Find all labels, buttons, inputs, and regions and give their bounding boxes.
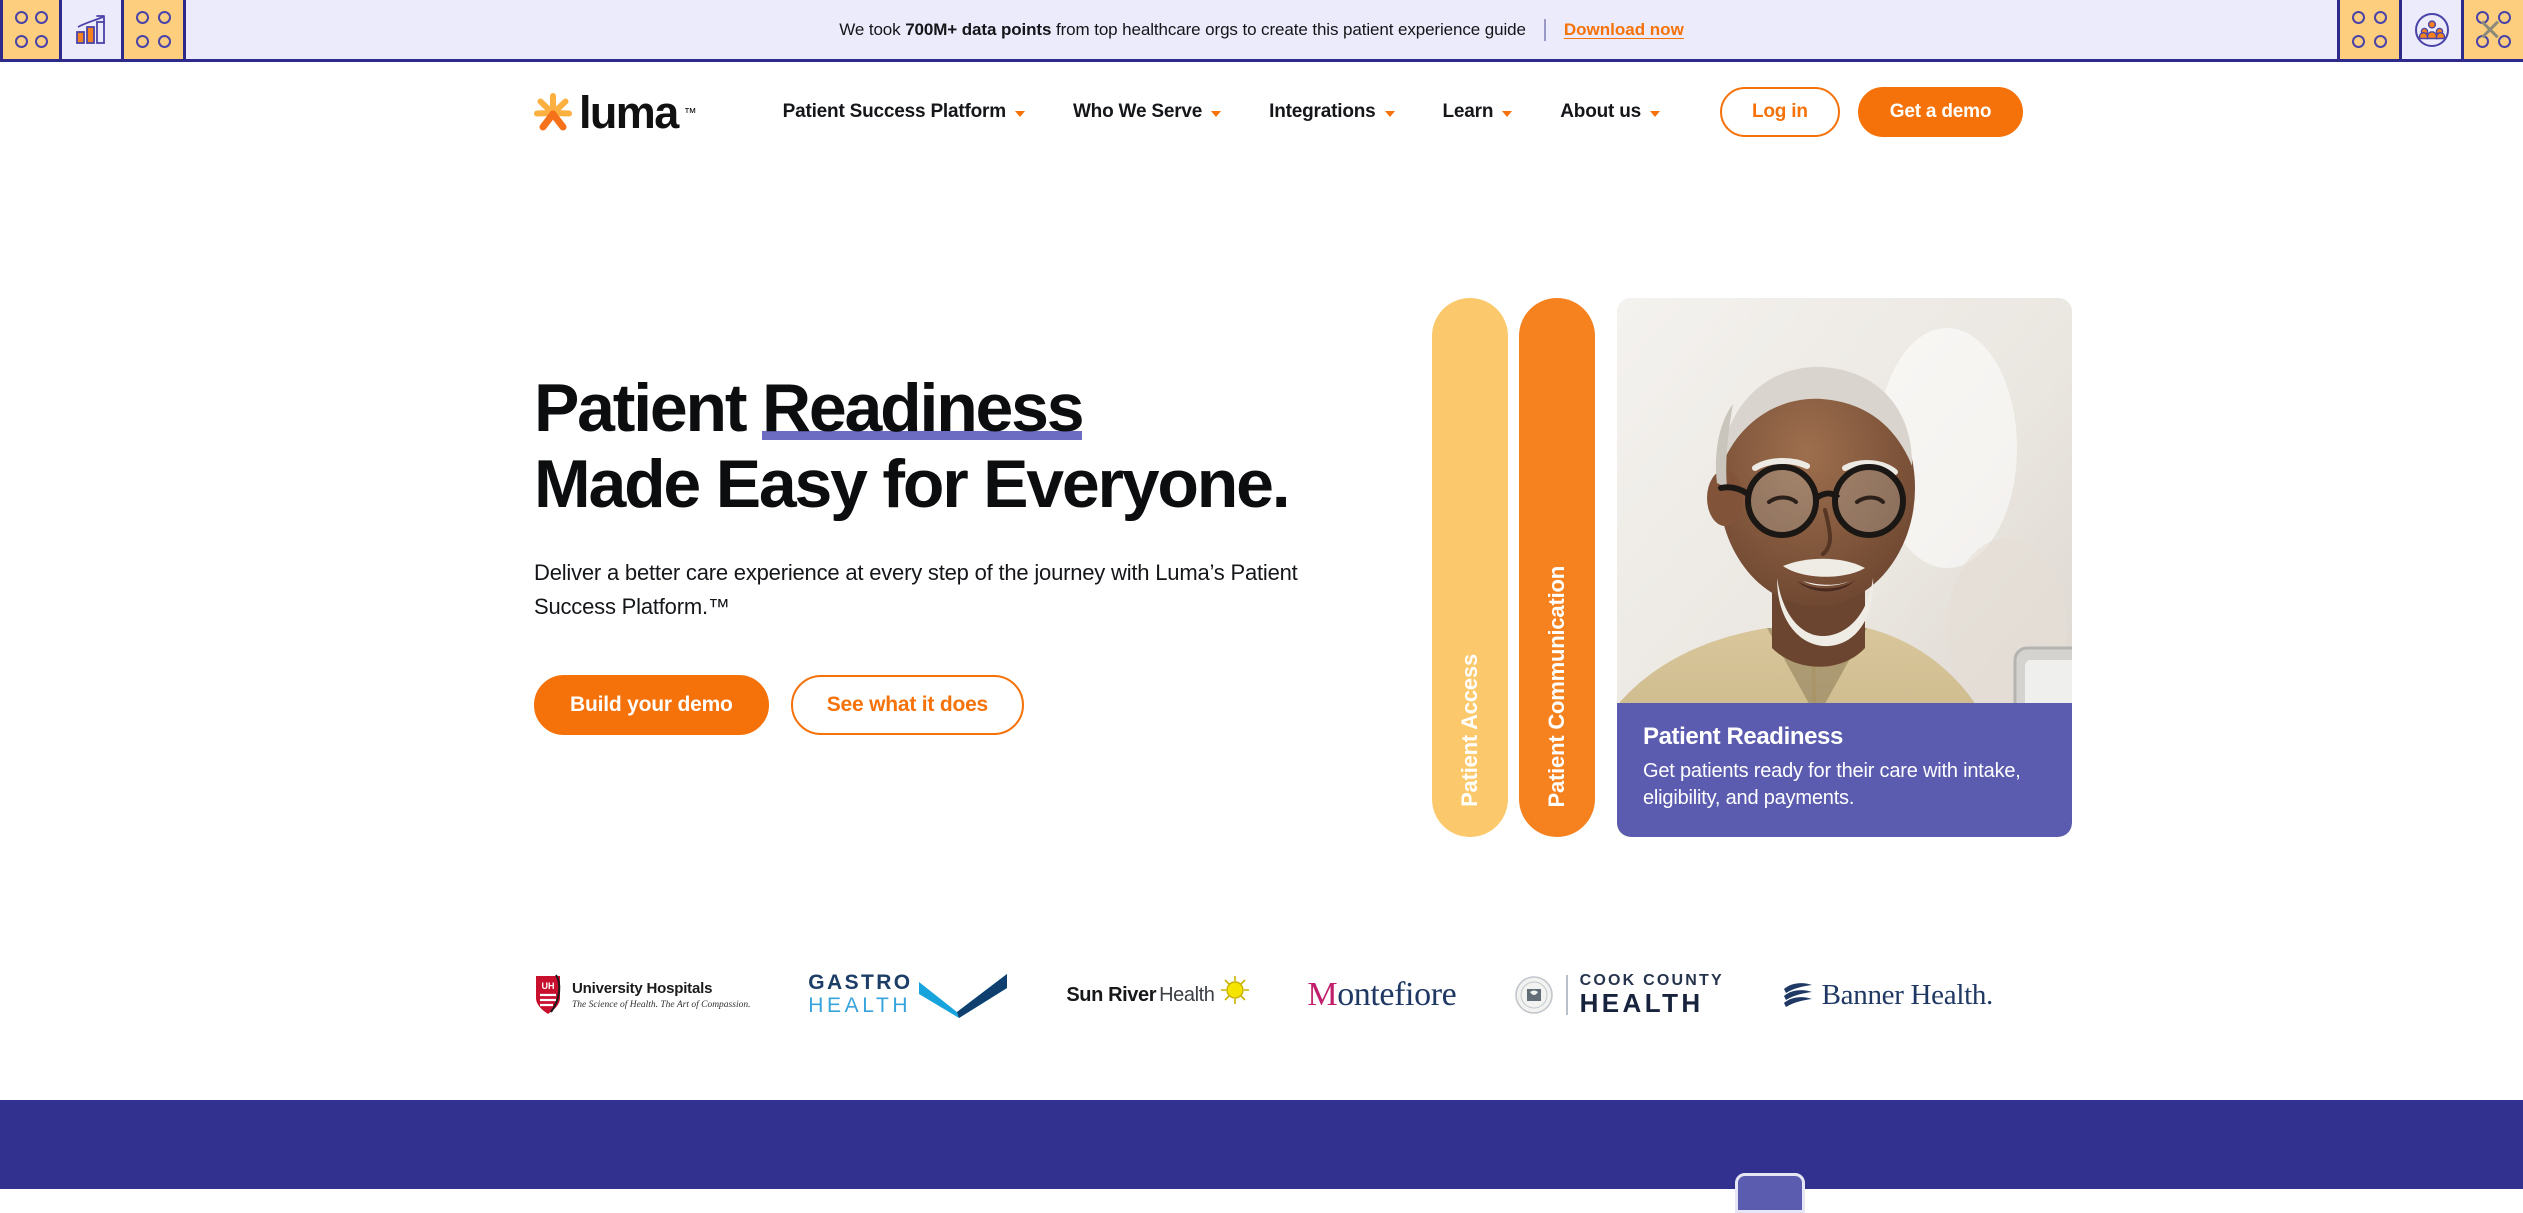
chevron-down-icon [1649,110,1660,117]
chevron-down-icon [1014,110,1025,117]
download-now-link[interactable]: Download now [1564,20,1684,40]
deco-dot-tile [2337,0,2399,59]
deco-circle [2373,34,2387,48]
client-logo-gastro-health: GASTRO HEALTH [808,964,1008,1026]
hero-title-line2: Made Easy for Everyone. [534,446,1291,523]
hero-cta-group: Build your demo See what it does [534,675,1414,736]
client-name-line2: HEALTH [808,994,912,1017]
svg-text:UH: UH [542,981,555,991]
deco-circle [157,34,171,48]
hero-title-line1-plain: Patient [534,370,763,446]
nav-label: Learn [1442,101,1494,122]
nav-item-integrations[interactable]: Integrations [1245,101,1418,123]
deco-dot-tile [0,0,62,59]
gastro-health-check-icon [918,974,1007,1018]
luma-wordmark: luma [579,86,679,138]
deco-circle [2352,11,2366,25]
promo-decoration-left [0,0,186,59]
client-logo-banner-health: Banner Health. [1782,964,1993,1026]
hero-title-highlight: Readiness [762,370,1085,446]
deco-circle [14,11,28,25]
deco-circle [157,11,171,25]
chevron-down-icon [1211,110,1222,117]
client-name-initial: M [1307,976,1338,1013]
luma-trademark: ™ [683,104,697,120]
nav-label: About us [1560,101,1641,122]
client-name-bold: Sun River [1066,983,1157,1006]
chevron-down-icon [1502,110,1513,117]
caption-title: Patient Readiness [1643,722,1843,750]
nav-label: Who We Serve [1072,101,1203,122]
deco-circle [136,11,150,25]
client-name: Montefiore [1307,976,1456,1014]
caption-body: Get patients ready for their care with i… [1643,759,2021,810]
luma-logo[interactable]: luma ™ [533,90,697,135]
nav-label: Patient Success Platform [782,101,1006,122]
deco-circle [2352,34,2366,48]
deco-circle [34,34,48,48]
client-logo-university-hospitals: UH University Hospitals The Science of H… [533,964,750,1026]
bottom-section [0,1100,2523,1213]
client-name-light: Health [1159,983,1215,1006]
promo-text-before: We took [839,19,906,39]
header-actions: Log in Get a demo [1719,87,2024,137]
close-icon[interactable] [2477,16,2503,42]
promo-message: We took 700M+ data points from top healt… [186,0,2337,59]
bar-chart-growth-icon [62,0,124,59]
promo-text-after: from top healthcare orgs to create this … [1051,19,1526,39]
banner-health-wave-icon [1783,983,1812,1007]
build-your-demo-button[interactable]: Build your demo [534,675,769,736]
client-logo-cook-county-health: COOK COUNTY HEALTH [1514,964,1724,1026]
cook-county-seal-icon [1515,976,1553,1014]
chevron-down-icon [1384,110,1395,117]
nav-item-learn[interactable]: Learn [1419,101,1537,123]
client-name-line2: HEALTH [1579,988,1704,1019]
promo-banner: We took 700M+ data points from top healt… [0,0,2523,62]
vertical-tab-patient-access[interactable]: Patient Access [1432,298,1508,837]
client-logo-sun-river-health: Sun River Health [1066,964,1249,1026]
nav-item-patient-success-platform[interactable]: Patient Success Platform [759,101,1049,123]
client-name: Banner Health. [1821,978,1994,1012]
vertical-tab-label: Patient Access [1457,654,1482,807]
nav-label: Integrations [1269,101,1376,122]
promo-divider [1543,18,1546,41]
deco-circle [34,11,48,25]
hero-title: Patient Readiness Made Easy for Everyone… [534,370,1414,522]
hero-visual: Patient Access Patient Communication Pat… [1432,298,2072,837]
nav-item-about-us[interactable]: About us [1536,101,1684,123]
deco-circle [2373,11,2387,25]
vertical-tab-patient-communication[interactable]: Patient Communication [1519,298,1595,837]
deco-circle [14,34,28,48]
deco-dot-tile [124,0,186,59]
client-name-line1: GASTRO [808,971,913,995]
client-logo-montefiore: Montefiore [1307,964,1456,1026]
site-header: luma ™ Patient Success Platform Who We S… [0,62,2523,162]
promo-text-highlight: 700M+ data points [905,19,1052,39]
login-button[interactable]: Log in [1719,87,1840,137]
luma-starburst-icon [533,92,573,132]
deco-circle [136,34,150,48]
main-navigation: Patient Success Platform Who We Serve In… [759,101,1684,123]
client-name-text: Banner Health [1821,978,1987,1011]
sun-icon [1220,976,1249,1004]
hero-image-card[interactable]: Patient Readiness Get patients ready for… [1617,298,2072,837]
hero-subtitle: Deliver a better care experience at ever… [534,560,1298,619]
bottom-card-peek [1735,1173,1805,1213]
client-name-rest: ontefiore [1337,976,1457,1013]
hero-content: Patient Readiness Made Easy for Everyone… [534,370,1414,736]
hero-caption-card: Patient Readiness Get patients ready for… [1617,702,2072,837]
nav-item-who-we-serve[interactable]: Who We Serve [1049,101,1245,123]
see-what-it-does-button[interactable]: See what it does [790,675,1025,736]
vertical-tab-label: Patient Communication [1544,565,1569,808]
client-tagline: The Science of Health. The Art of Compas… [572,1000,751,1010]
promo-text: We took 700M+ data points from top healt… [839,20,1526,40]
people-group-icon [2399,0,2461,59]
university-hospitals-shield-icon: UH [536,974,561,1014]
get-a-demo-button[interactable]: Get a demo [1857,87,2024,137]
client-name: University Hospitals [572,980,713,997]
client-logo-row: UH University Hospitals The Science of H… [533,960,1993,1030]
client-name-suffix: . [1986,978,1993,1011]
